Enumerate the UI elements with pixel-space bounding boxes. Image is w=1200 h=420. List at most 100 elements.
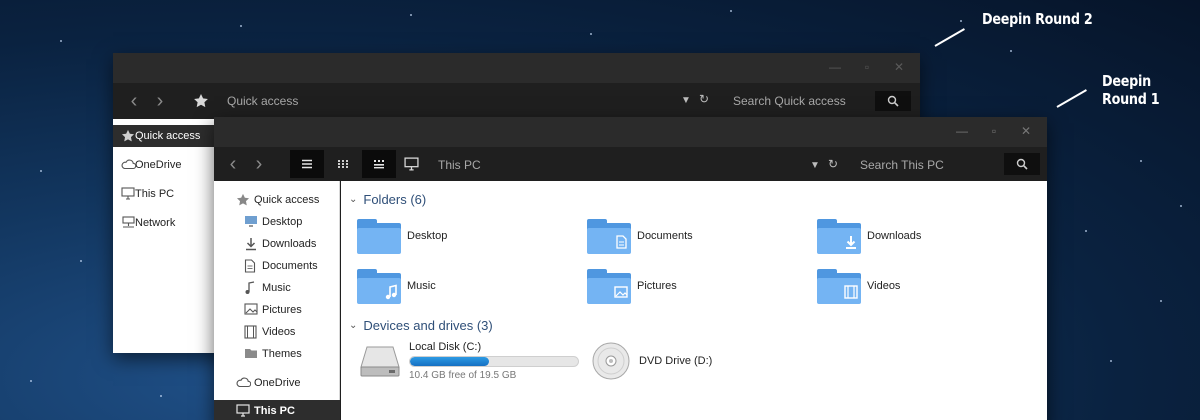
drive-label: DVD Drive (D:) (639, 355, 713, 367)
search-icon (887, 95, 899, 107)
folder-label: Videos (867, 280, 901, 292)
document-icon (244, 259, 256, 273)
folder-tile-videos[interactable]: Videos (817, 267, 900, 305)
picture-icon (614, 286, 628, 298)
folder-icon (817, 267, 861, 305)
nav-item-themes[interactable]: Themes (214, 343, 340, 365)
nav-item-label: Themes (262, 348, 302, 360)
content-pane: ⌄ Folders (6) Desktop Documents Download… (341, 181, 1047, 420)
nav-item-onedrive[interactable]: OneDrive (113, 154, 214, 176)
folder-icon (587, 217, 631, 255)
download-icon (246, 238, 256, 251)
monitor-icon (404, 157, 419, 171)
search-input[interactable]: Search Quick access (733, 94, 846, 108)
star-icon (236, 193, 250, 206)
nav-item-desktop[interactable]: Desktop (214, 211, 340, 233)
address-dropdown-button[interactable]: ▼ (681, 95, 691, 106)
nav-item-pictures[interactable]: Pictures (214, 299, 340, 321)
drive-label: Local Disk (C:) (409, 341, 482, 353)
nav-item-music[interactable]: Music (214, 277, 340, 299)
drive-tile-dvd-drive-d[interactable]: DVD Drive (D:) (591, 341, 712, 381)
folder-tile-documents[interactable]: Documents (587, 217, 693, 255)
folder-tile-desktop[interactable]: Desktop (357, 217, 447, 255)
close-button[interactable]: ✕ (886, 57, 912, 77)
folder-label: Music (407, 280, 436, 292)
close-button[interactable]: ✕ (1013, 121, 1039, 141)
nav-item-label: OneDrive (135, 159, 182, 171)
folder-label: Desktop (407, 230, 448, 242)
nav-item-label: OneDrive (254, 377, 301, 389)
folder-label: Pictures (637, 280, 677, 292)
search-button[interactable] (875, 91, 911, 111)
address-dropdown-button[interactable]: ▼ (810, 160, 820, 171)
annotation-round-2: Deepin Round 2 (982, 10, 1093, 28)
back-button[interactable]: ‹ (220, 154, 246, 174)
toolbar: ‹ › This PC ▼ ↻ Search This PC (214, 147, 1047, 181)
group-header-label: Folders (6) (363, 192, 427, 207)
toolbar: ‹ › Quick access ▼ ↻ Search Quick access (113, 83, 920, 119)
nav-item-quick-access[interactable]: Quick access (113, 125, 214, 147)
group-header-label: Devices and drives (3) (363, 318, 493, 333)
maximize-button[interactable]: ▫ (981, 121, 1007, 141)
nav-item-documents[interactable]: Documents (214, 255, 340, 277)
folder-tile-music[interactable]: Music (357, 267, 436, 305)
tiles-view-button[interactable] (362, 150, 396, 178)
forward-button[interactable]: › (147, 91, 173, 111)
cloud-icon (236, 377, 251, 388)
download-icon (846, 236, 856, 249)
caption-buttons: — ▫ ✕ (949, 121, 1039, 141)
nav-item-videos[interactable]: Videos (214, 321, 340, 343)
details-view-button[interactable] (290, 150, 324, 178)
nav-item-label: Videos (262, 326, 296, 338)
search-input[interactable]: Search This PC (860, 158, 944, 172)
folder-tile-pictures[interactable]: Pictures (587, 267, 677, 305)
picture-icon (244, 303, 258, 315)
nav-item-downloads[interactable]: Downloads (214, 233, 340, 255)
video-icon (244, 325, 257, 339)
maximize-button[interactable]: ▫ (854, 57, 880, 77)
nav-item-onedrive[interactable]: OneDrive (214, 372, 340, 394)
drive-free-space: 10.4 GB free of 19.5 GB (409, 370, 517, 381)
nav-item-label: Documents (262, 260, 318, 272)
minimize-button[interactable]: — (822, 57, 848, 77)
titlebar: — ▫ ✕ (214, 117, 1047, 147)
monitor-icon (236, 404, 250, 417)
refresh-button[interactable]: ↻ (828, 157, 838, 171)
grid-view-icon (338, 160, 348, 168)
group-header-devices[interactable]: ⌄ Devices and drives (3) (349, 318, 493, 333)
annotation-pointer-2 (934, 28, 965, 47)
titlebar: — ▫ ✕ (113, 53, 920, 83)
tiles-view-icon (374, 160, 384, 169)
nav-item-quick-access[interactable]: Quick access (214, 189, 340, 211)
nav-item-network[interactable]: Network (113, 212, 214, 234)
nav-item-this-pc[interactable]: This PC (113, 183, 214, 205)
nav-item-label: This PC (135, 188, 175, 200)
nav-item-label: Network (135, 217, 176, 229)
address-bar[interactable]: This PC (438, 158, 481, 172)
list-view-icon (302, 159, 312, 169)
folder-tile-downloads[interactable]: Downloads (817, 217, 921, 255)
refresh-button[interactable]: ↻ (699, 92, 709, 106)
drive-tile-local-disk-c[interactable]: Local Disk (C:) 10.4 GB free of 19.5 GB (359, 341, 579, 381)
folder-label: Documents (637, 230, 693, 242)
nav-item-this-pc[interactable]: This PC (214, 400, 340, 420)
monitor-icon (121, 187, 135, 200)
desktop-icon (245, 216, 257, 227)
folder-icon (587, 267, 631, 305)
forward-button[interactable]: › (246, 154, 272, 174)
search-button[interactable] (1004, 153, 1040, 175)
small-icons-view-button[interactable] (326, 150, 360, 178)
navigation-pane: Quick access Desktop Downloads Documents… (214, 181, 340, 420)
address-bar[interactable]: Quick access (227, 94, 298, 108)
star-icon (121, 129, 135, 142)
group-header-folders[interactable]: ⌄ Folders (6) (349, 192, 426, 207)
folder-icon (357, 217, 401, 255)
annotation-round-1: Deepin Round 1 (1102, 72, 1160, 108)
folder-icon (817, 217, 861, 255)
minimize-button[interactable]: — (949, 121, 975, 141)
cloud-icon (121, 159, 136, 170)
back-button[interactable]: ‹ (121, 91, 147, 111)
drive-usage-fill (410, 357, 489, 366)
dvd-icon (592, 342, 630, 380)
explorer-window-front: — ▫ ✕ ‹ › This PC ▼ ↻ Search This PC Qui… (214, 117, 1047, 420)
